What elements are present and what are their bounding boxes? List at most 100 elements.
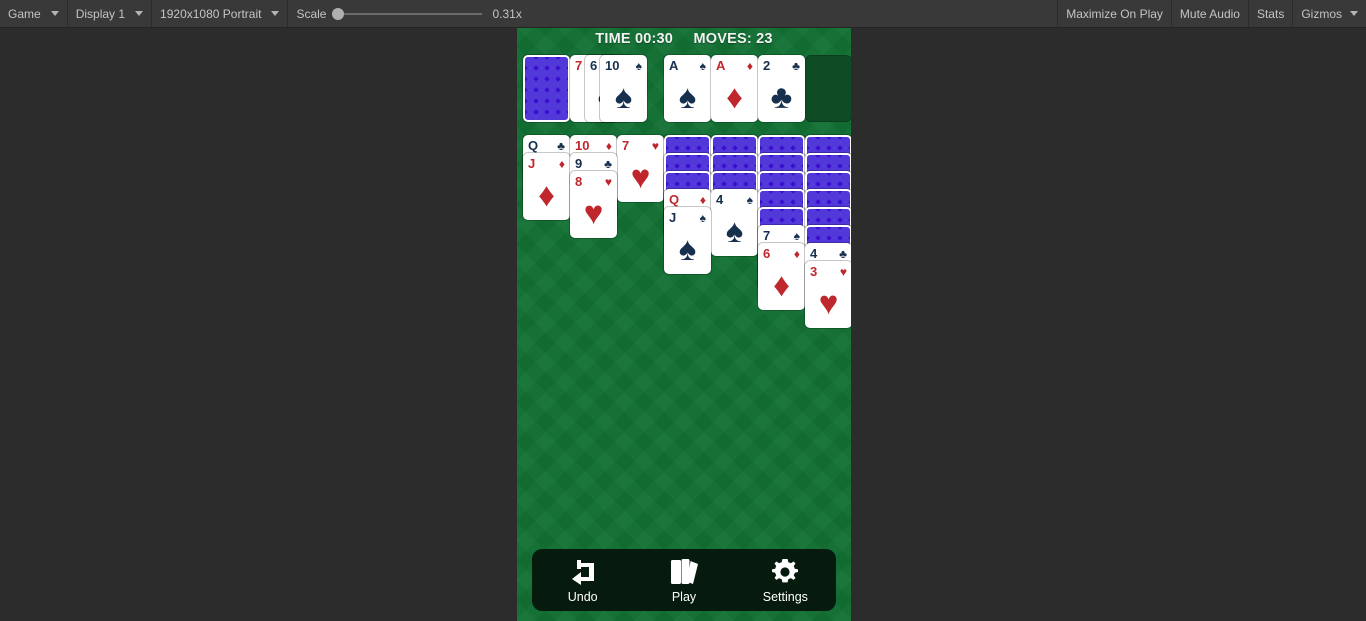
card-rank: 7 (575, 58, 583, 73)
card-suit-icon: ♥ (604, 174, 612, 189)
tableau-column-3-card-1[interactable]: 7 ♥ ♥ (617, 135, 664, 202)
resolution-dropdown[interactable]: 1920x1080 Portrait (152, 0, 289, 27)
card-corner: 3 ♥ (807, 263, 850, 280)
toolbar-right-group: Maximize On Play Mute Audio Stats Gizmos (1057, 0, 1366, 27)
card-suit-icon: ♠ (699, 58, 706, 73)
card-rank: 10 (605, 58, 620, 73)
card-corner: 6 ♦ (760, 245, 803, 262)
card-center-suit-icon: ♠ (725, 212, 744, 249)
card-rank: A (716, 58, 726, 73)
card-corner: 4 ♣ (807, 245, 850, 262)
card-corner: A ♦ (713, 57, 756, 74)
card-corner: Q ♣ (525, 137, 568, 154)
card-corner: J ♦ (525, 155, 568, 172)
view-mode-dropdown[interactable]: Game (0, 0, 68, 27)
tableau-column-2-card-3[interactable]: 8 ♥ ♥ (570, 171, 617, 238)
card-suit-icon: ♥ (839, 264, 847, 279)
card-suit-icon: ♦ (605, 138, 612, 153)
card-rank: 6 (763, 246, 771, 261)
unity-game-view-toolbar: Game Display 1 1920x1080 Portrait Scale 0.31… (0, 0, 1366, 28)
card-rank: 7 (763, 228, 771, 243)
gizmos-toggle[interactable]: Gizmos (1292, 0, 1366, 27)
waste-card-3[interactable]: 10 ♠ ♠ (600, 55, 647, 122)
card-corner: 7 ♠ (760, 227, 803, 244)
card-center-suit-icon: ♥ (630, 158, 651, 195)
stats-toggle-label: Stats (1256, 6, 1285, 21)
cards-fan-icon (670, 558, 698, 584)
gizmos-toggle-label: Gizmos (1301, 6, 1342, 21)
tableau-column-5-card-1[interactable]: 4 ♠ ♠ (711, 189, 758, 256)
game-bottom-toolbar: Undo Play Settings (532, 549, 836, 611)
card-suit-icon: ♦ (793, 246, 800, 261)
toolbar-left-group: Game Display 1 1920x1080 Portrait Scale 0.31… (0, 0, 530, 27)
card-center-suit-icon: ♥ (818, 284, 839, 321)
card-suit-icon: ♣ (604, 156, 612, 171)
card-suit-icon: ♠ (635, 58, 642, 73)
card-center-suit-icon: ♦ (726, 78, 743, 115)
resolution-dropdown-label: 1920x1080 Portrait (160, 6, 262, 21)
chevron-down-icon (135, 11, 144, 16)
card-suit-icon: ♦ (699, 192, 706, 207)
card-rank: A (669, 58, 679, 73)
foundation-spades[interactable]: A ♠ ♠ (664, 55, 711, 122)
undo-arrow-icon (568, 557, 598, 587)
chevron-down-icon (50, 11, 59, 16)
scale-slider[interactable] (332, 7, 483, 20)
card-center-suit-icon: ♣ (770, 78, 793, 115)
card-corner: 10 ♦ (572, 137, 615, 154)
chevron-down-icon (271, 11, 280, 16)
card-rank: 4 (810, 246, 818, 261)
card-suit-icon: ♦ (746, 58, 753, 73)
card-rank: Q (528, 138, 539, 153)
foundation-clubs[interactable]: 2 ♣ ♣ (758, 55, 805, 122)
tableau-column-1-card-2[interactable]: J ♦ ♦ (523, 153, 570, 220)
maximize-on-play-toggle-label: Maximize On Play (1066, 6, 1163, 21)
settings-button-label: Settings (762, 589, 808, 604)
card-center-suit-icon: ♠ (678, 230, 697, 267)
display-dropdown[interactable]: Display 1 (68, 0, 153, 27)
card-corner: A ♠ (666, 57, 709, 74)
undo-button[interactable]: Undo (532, 549, 633, 611)
stock-pile[interactable] (523, 55, 570, 122)
undo-arrow-icon (571, 559, 594, 585)
card-suit-icon: ♥ (651, 138, 659, 153)
scale-slider-knob[interactable] (332, 7, 345, 20)
maximize-on-play-toggle[interactable]: Maximize On Play (1057, 0, 1171, 27)
card-rank: 7 (622, 138, 630, 153)
card-center-suit-icon: ♦ (538, 176, 555, 213)
scale-value: 0.31x (492, 6, 522, 21)
card-suit-icon: ♣ (839, 246, 847, 261)
card-suit-icon: ♦ (558, 156, 565, 171)
stats-toggle[interactable]: Stats (1247, 0, 1292, 27)
card-suit-icon: ♠ (793, 228, 800, 243)
undo-button-label: Undo (567, 589, 598, 604)
card-corner: 8 ♥ (572, 173, 615, 190)
scale-slider-group[interactable]: Scale 0.31x (288, 0, 529, 27)
card-suit-icon: ♠ (746, 192, 753, 207)
card-suit-icon: ♠ (699, 210, 706, 225)
card-corner: 2 ♣ (760, 57, 803, 74)
foundation-hearts[interactable] (805, 55, 851, 122)
card-center-suit-icon: ♠ (678, 78, 697, 115)
card-suit-icon: ♣ (557, 138, 565, 153)
game-view-viewport[interactable]: TIME 00:30 MOVES: 23 7♦♦6♣♣10♠♠A♠♠A♦♦2♣♣… (517, 28, 851, 621)
card-center-suit-icon: ♠ (614, 78, 633, 115)
card-center-suit-icon: ♦ (773, 266, 790, 303)
card-rank: Q (669, 192, 680, 207)
foundation-diamonds[interactable]: A ♦ ♦ (711, 55, 758, 122)
tableau-column-6-card-2[interactable]: 6 ♦ ♦ (758, 243, 805, 310)
settings-button[interactable]: Settings (735, 549, 836, 611)
card-rank: 3 (810, 264, 818, 279)
mute-audio-toggle[interactable]: Mute Audio (1170, 0, 1248, 27)
view-mode-dropdown-label: Game (8, 6, 41, 21)
card-rank: J (669, 210, 677, 225)
card-rank: 4 (716, 192, 724, 207)
hud-status: TIME 00:30 MOVES: 23 (517, 31, 851, 47)
gear-icon (771, 557, 799, 587)
play-button[interactable]: Play (633, 549, 734, 611)
card-corner: 4 ♠ (713, 191, 756, 208)
mute-audio-toggle-label: Mute Audio (1179, 6, 1240, 21)
card-suit-icon: ♣ (792, 58, 800, 73)
tableau-column-7-card-2[interactable]: 3 ♥ ♥ (805, 261, 851, 328)
tableau-column-4-card-2[interactable]: J ♠ ♠ (664, 207, 711, 274)
